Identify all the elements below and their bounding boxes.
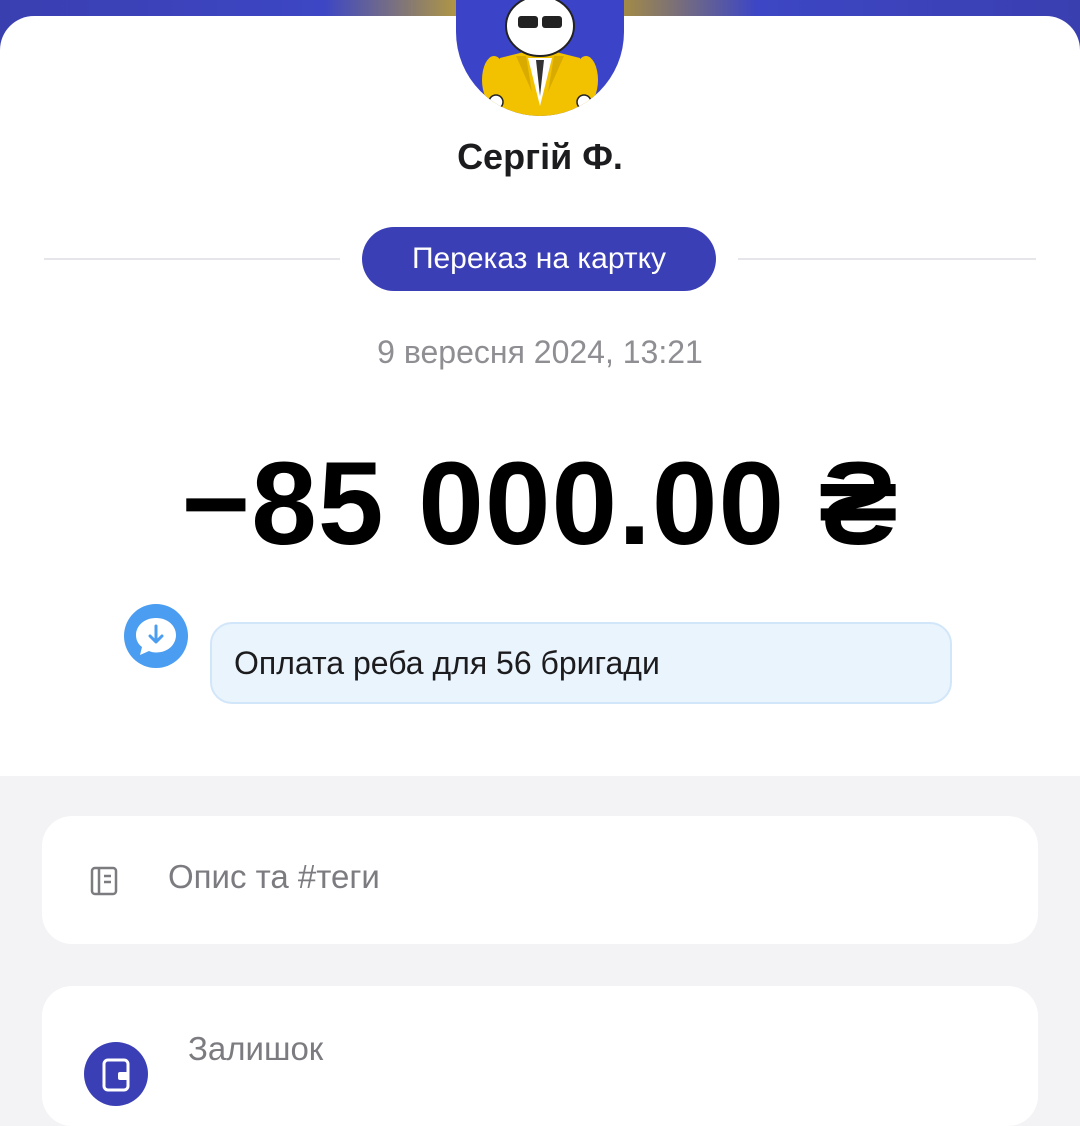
note-icon xyxy=(90,866,118,896)
transaction-comment: Оплата реба для 56 бригади xyxy=(210,622,952,704)
description-tags-row[interactable]: Опис та #теги xyxy=(42,816,1038,944)
transaction-date: 9 вересня 2024, 13:21 xyxy=(377,334,703,370)
recipient-name: Сергій Ф. xyxy=(457,136,623,177)
transaction-type-badge: Переказ на картку xyxy=(362,227,716,291)
recipient-avatar[interactable] xyxy=(456,0,624,116)
divider-right xyxy=(738,258,1036,260)
balance-label: Залишок xyxy=(188,1030,324,1067)
description-tags-label: Опис та #теги xyxy=(168,858,380,895)
balance-row[interactable]: Залишок xyxy=(42,986,1038,1126)
transaction-amount: −85 000.00 ₴ xyxy=(181,438,899,570)
wallet-icon xyxy=(84,1042,148,1106)
transaction-card: Сергій Ф. Переказ на картку 9 вересня 20… xyxy=(0,0,1080,776)
comment-download-icon xyxy=(124,604,188,668)
divider-left xyxy=(44,258,340,260)
